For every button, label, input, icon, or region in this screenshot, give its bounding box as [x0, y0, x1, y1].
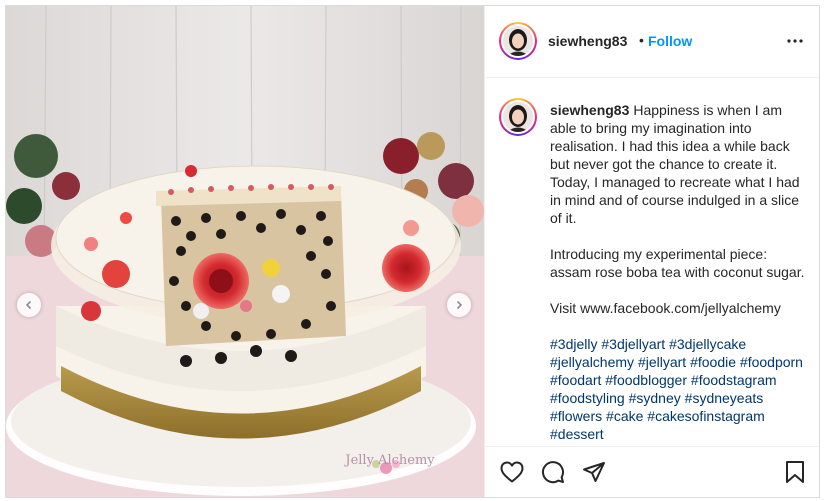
- heart-icon: [500, 461, 524, 483]
- hashtag-link[interactable]: #jellyart: [638, 354, 686, 370]
- profile-photo-icon: [503, 26, 533, 56]
- caption-text: siewheng83 Happiness is when I am able to…: [550, 101, 812, 446]
- comment-icon: [542, 461, 564, 484]
- hashtag-link[interactable]: #flowers: [550, 408, 602, 424]
- instagram-post: Jelly Alchemy siewheng83 • Follow siewhe…: [5, 5, 820, 498]
- caption-paragraph-1: Happiness is when I am able to bring my …: [550, 102, 800, 226]
- more-dots-icon: [787, 39, 803, 43]
- post-header: siewheng83 • Follow: [485, 6, 819, 78]
- action-bar: [485, 446, 819, 497]
- hashtag-link[interactable]: #cakesofinstagram: [647, 408, 765, 424]
- hashtag-link[interactable]: #sydneyeats: [685, 390, 764, 406]
- bookmark-icon: [786, 461, 804, 483]
- caption-paragraph-2: Introducing my experimental piece: assam…: [550, 246, 805, 280]
- hashtag-link[interactable]: #foodstagram: [691, 372, 777, 388]
- hashtag-link[interactable]: #3djellycake: [669, 336, 746, 352]
- hashtag-link[interactable]: #foodstyling: [550, 390, 625, 406]
- hashtag-link[interactable]: #cake: [606, 408, 643, 424]
- hashtag-link[interactable]: #foodblogger: [605, 372, 687, 388]
- watermark-text: Jelly Alchemy: [345, 453, 435, 468]
- separator-dot: •: [639, 32, 644, 48]
- save-button[interactable]: [782, 459, 808, 485]
- like-button[interactable]: [499, 459, 525, 485]
- author-username[interactable]: siewheng83: [548, 33, 627, 49]
- chevron-right-icon: [456, 300, 463, 310]
- caption-avatar[interactable]: [499, 98, 537, 136]
- hashtag-link[interactable]: #3djelly: [550, 336, 597, 352]
- hashtag-link[interactable]: #3djellyart: [601, 336, 665, 352]
- post-sidebar: siewheng83 • Follow siewheng83 Happiness…: [484, 6, 819, 497]
- author-avatar[interactable]: [499, 22, 537, 60]
- paper-plane-icon: [583, 462, 605, 482]
- hashtag-link[interactable]: #foodie: [690, 354, 736, 370]
- caption-area: siewheng83 Happiness is when I am able to…: [485, 78, 819, 446]
- hashtag-link[interactable]: #jellyalchemy: [550, 354, 634, 370]
- caption-username[interactable]: siewheng83: [550, 102, 629, 118]
- previous-photo-button[interactable]: [17, 293, 41, 317]
- chevron-left-icon: [25, 300, 32, 310]
- post-photo[interactable]: Jelly Alchemy: [6, 6, 484, 497]
- hashtag-link[interactable]: #foodporn: [740, 354, 803, 370]
- jelly-cake-image: [6, 6, 484, 497]
- hashtag-link[interactable]: #foodart: [550, 372, 601, 388]
- hashtag-link[interactable]: #dessert: [550, 426, 604, 442]
- hashtag-list: #3djelly #3djellyart #3djellycake #jelly…: [550, 335, 812, 443]
- profile-photo-icon: [503, 102, 533, 132]
- hashtag-link[interactable]: #sydney: [629, 390, 681, 406]
- comment-button[interactable]: [540, 459, 566, 485]
- share-button[interactable]: [581, 459, 607, 485]
- next-photo-button[interactable]: [447, 293, 471, 317]
- follow-button[interactable]: Follow: [648, 33, 692, 49]
- more-options-button[interactable]: [783, 33, 807, 49]
- caption-paragraph-3: Visit www.facebook.com/jellyalchemy: [550, 300, 781, 316]
